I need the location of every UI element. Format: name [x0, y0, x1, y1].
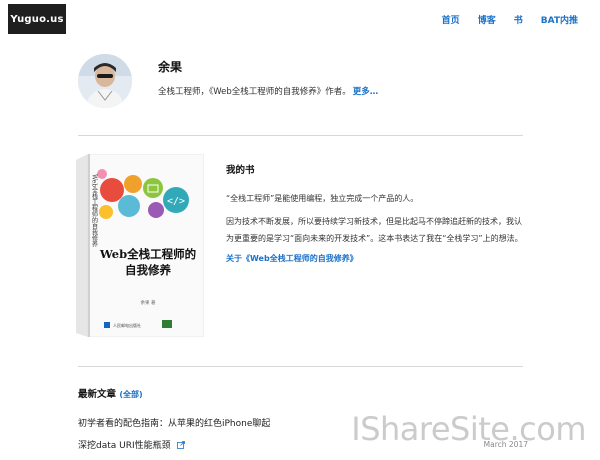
divider: [78, 135, 523, 136]
book-about-link[interactable]: 关于《Web全栈工程师的自我修养》: [226, 253, 526, 264]
articles-all-link[interactable]: 全部: [123, 390, 139, 399]
book-paragraph-2: 因为技术不断发展，所以要持续学习新技术，但是比起马不停蹄追赶新的技术，我认为更重…: [226, 217, 523, 243]
nav-book[interactable]: 书: [514, 13, 523, 26]
nav-blog[interactable]: 博客: [478, 13, 496, 26]
book-cover-image[interactable]: </> Web全栈工程师的 自我修养 Web全栈工程师的自我修养 余果 著 人民…: [76, 153, 205, 338]
top-bar: Yuguo.us 首页 博客 书 BAT内推: [0, 0, 600, 40]
svg-text:</>: </>: [167, 196, 185, 207]
cover-spine-title: Web全栈工程师的自我修养: [91, 174, 98, 248]
nav-bat-referral[interactable]: BAT内推: [541, 13, 578, 26]
article-title[interactable]: 初学者看的配色指南：从苹果的红色iPhone聊起: [78, 419, 270, 429]
book-paragraph-1: “全栈工程师”是能使用编程，独立完成一个产品的人。: [226, 194, 419, 203]
cover-author: 余果 著: [141, 299, 156, 306]
site-logo[interactable]: Yuguo.us: [8, 4, 66, 34]
articles-heading-text: 最新文章: [78, 389, 117, 400]
cover-title-line2: 自我修养: [125, 263, 171, 277]
profile-name: 余果: [158, 60, 183, 74]
book-section-title: 我的书: [226, 165, 255, 176]
profile-description-text: 全栈工程师，《Web全栈工程师的自我修养》作者。: [158, 87, 351, 97]
profile-more-link[interactable]: 更多…: [353, 87, 379, 97]
nav-home[interactable]: 首页: [442, 13, 460, 26]
avatar-photo-icon: [78, 54, 132, 108]
articles-heading: 最新文章 (全部): [78, 389, 143, 400]
external-link-icon: [176, 441, 185, 449]
cover-publisher: 人民邮电出版社: [113, 322, 141, 328]
book-section: 我的书 “全栈工程师”是能使用编程，独立完成一个产品的人。 因为技术不断发展，所…: [226, 162, 526, 264]
profile-section: 余果 全栈工程师，《Web全栈工程师的自我修养》作者。 更多…: [78, 54, 528, 114]
profile-description: 全栈工程师，《Web全栈工程师的自我修养》作者。 更多…: [158, 85, 378, 97]
divider: [78, 366, 523, 367]
avatar: [78, 54, 132, 108]
watermark: IShareSite.com: [351, 410, 586, 448]
cover-title-line1: Web全栈工程师的: [99, 247, 196, 261]
main-nav: 首页 博客 书 BAT内推: [424, 13, 578, 26]
